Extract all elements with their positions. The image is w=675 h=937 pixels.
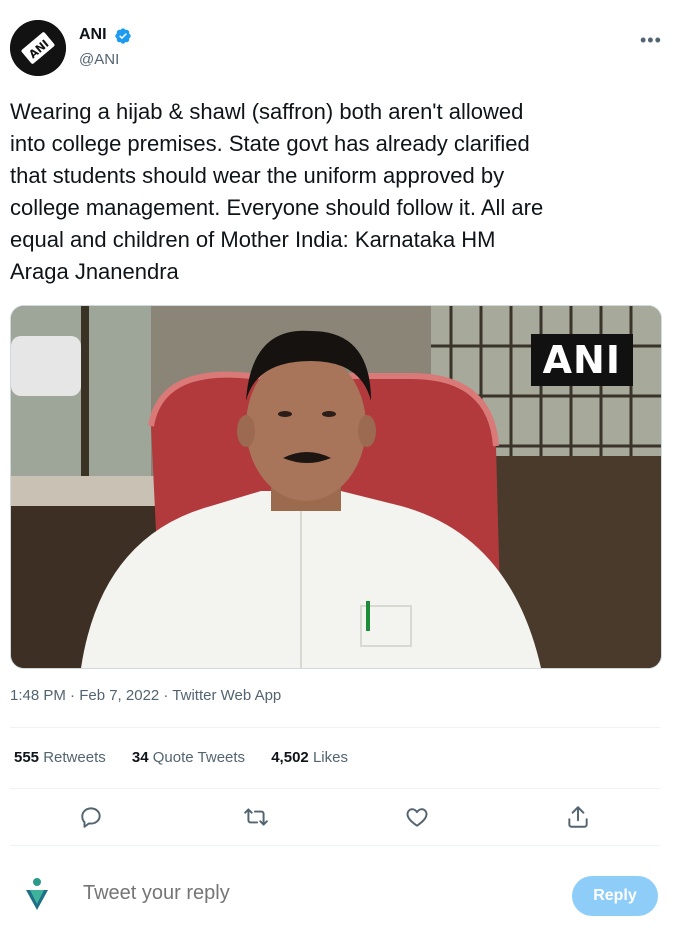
like-icon[interactable] — [404, 804, 430, 830]
reply-button[interactable]: Reply — [572, 876, 658, 916]
user-avatar-icon[interactable] — [22, 876, 52, 912]
media-watermark: ANI — [530, 334, 633, 386]
reply-icon[interactable] — [78, 804, 104, 830]
tweet-stats: 555 Retweets 34 Quote Tweets 4,502 Likes — [14, 749, 370, 766]
tweet-media-video[interactable]: ANI — [10, 305, 662, 669]
retweets-label: Retweets — [43, 749, 106, 766]
reply-input[interactable] — [83, 882, 483, 905]
divider — [10, 788, 660, 789]
quote-tweets-stat[interactable]: 34 Quote Tweets — [132, 749, 245, 766]
divider — [10, 727, 660, 728]
quote-tweets-count: 34 — [131, 749, 149, 766]
more-options-icon[interactable]: ••• — [640, 30, 662, 51]
likes-count: 4,502 — [271, 749, 309, 766]
likes-stat[interactable]: 4,502 Likes — [271, 749, 348, 766]
account-avatar[interactable]: ANI — [10, 20, 66, 76]
retweets-count: 555 — [14, 749, 40, 766]
account-name[interactable]: ANI — [79, 26, 107, 44]
likes-label: Likes — [312, 749, 348, 766]
verified-badge-icon — [115, 28, 131, 44]
tweet-text: Wearing a hijab & shawl (saffron) both a… — [10, 99, 544, 284]
retweet-icon[interactable] — [243, 804, 269, 830]
divider — [10, 845, 660, 846]
retweets-stat[interactable]: 555 Retweets — [14, 749, 106, 766]
tweet-timestamp[interactable]: 1:48 PM · Feb 7, 2022 · Twitter Web App — [10, 687, 281, 704]
account-handle[interactable]: @ANI — [79, 51, 119, 68]
share-icon[interactable] — [565, 804, 591, 830]
quote-tweets-label: Quote Tweets — [152, 749, 246, 766]
